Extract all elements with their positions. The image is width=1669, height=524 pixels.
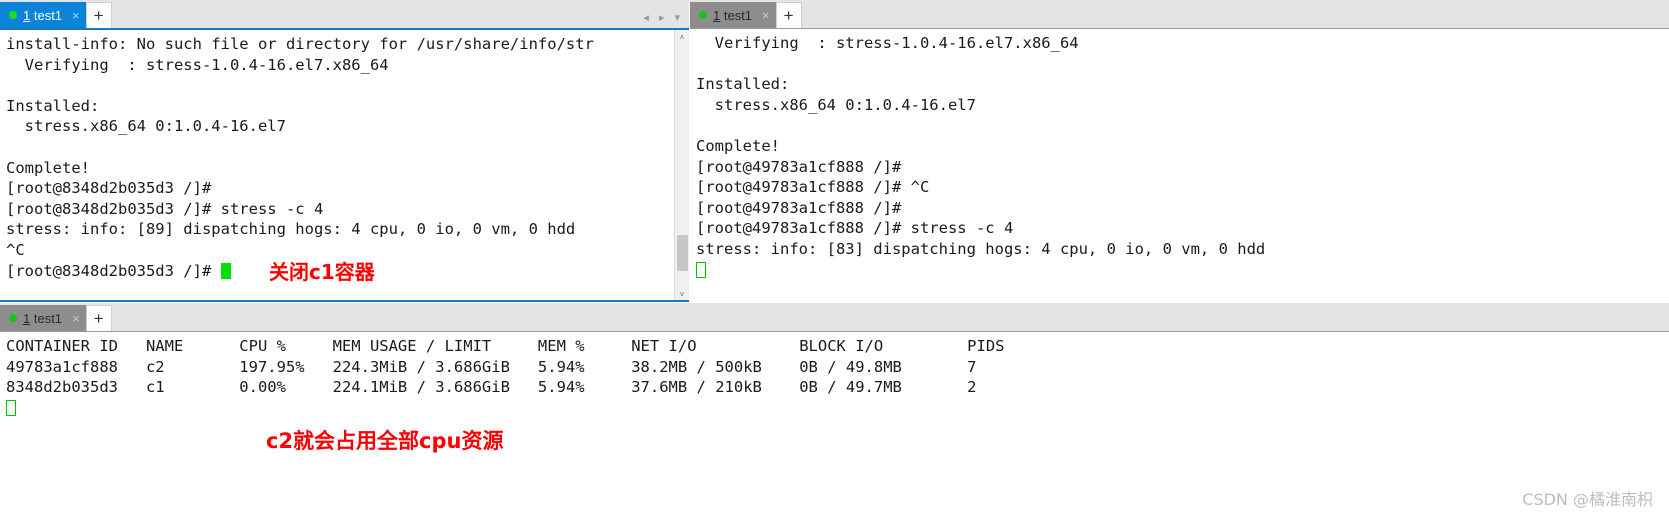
terminal-line: Complete! [6,158,90,177]
docker-stats-output: CONTAINER ID NAME CPU % MEM USAGE / LIMI… [0,332,1669,418]
terminal-text: install-info: No such file or directory … [0,30,674,281]
terminal-output-bottom: CONTAINER ID NAME CPU % MEM USAGE / LIMI… [0,332,1669,524]
terminal-pane-top-left: 1 test1 × + ◂ ▸ ▾ install-info: No such … [0,0,689,302]
scroll-up-icon[interactable]: ˄ [675,30,689,45]
terminal-line: [root@49783a1cf888 /]# [696,157,902,176]
annotation-c2-cpu: c2就会占用全部cpu资源 [266,429,504,453]
tab-name: test1 [720,7,753,23]
terminal-text: Verifying : stress-1.0.4-16.el7.x86_64 In… [690,29,1669,280]
watermark: CSDN @橘淮南枳 [1522,490,1653,509]
terminal-cursor [696,261,706,278]
terminal-line: stress.x86_64 0:1.0.4-16.el7 [6,117,286,136]
terminal-cursor [6,399,16,416]
tab-name: test1 [30,310,63,326]
new-tab-button[interactable]: + [85,305,112,331]
tab-label: 1 test1 [23,9,62,22]
terminal-prompt-line [696,260,1669,281]
vertical-scrollbar-top-left[interactable]: ˄ ˅ [674,30,689,302]
annotation-close-c1: 关闭c1容器 [269,260,375,284]
terminal-line: Verifying : stress-1.0.4-16.el7.x86_64 [696,34,1079,52]
terminal-line: Installed: [696,75,790,94]
status-dot-icon [699,11,707,19]
tab-test1-top-left[interactable]: 1 test1 × [0,2,86,28]
tabbar-nav-buttons: ◂ ▸ ▾ [643,13,689,28]
terminal-line: [root@49783a1cf888 /]# stress -c 4 [696,219,1014,238]
terminal-line: stress.x86_64 0:1.0.4-16.el7 [696,95,976,114]
tabbar-top-left: 1 test1 × + ◂ ▸ ▾ [0,0,689,28]
scrollbar-thumb[interactable] [677,235,688,271]
chevron-down-icon[interactable]: ▾ [674,13,680,24]
terminal-line: [root@8348d2b035d3 /]# [6,179,212,198]
tab-label: 1 test1 [713,9,752,22]
close-icon[interactable]: × [72,9,80,22]
status-dot-icon [9,11,17,19]
terminal-line: Complete! [696,136,780,155]
close-icon[interactable]: × [762,9,770,22]
prompt-text: [root@8348d2b035d3 /]# [6,261,221,280]
prev-tab-icon[interactable]: ◂ [643,13,649,24]
terminal-line: [root@49783a1cf888 /]# [696,198,902,217]
terminal-line: Installed: [6,96,100,115]
terminal-line: stress: info: [83] dispatching hogs: 4 c… [696,239,1266,258]
tabbar-bottom: 1 test1 × + [0,303,1669,331]
terminal-line: Verifying : stress-1.0.4-16.el7.x86_64 [6,55,389,74]
new-tab-button[interactable]: + [775,2,802,28]
pane-bottom-border [0,300,689,302]
next-tab-icon[interactable]: ▸ [659,13,665,24]
tab-test1-top-right[interactable]: 1 test1 × [690,2,776,28]
tabbar-top-right: 1 test1 × + [690,0,1669,28]
terminal-pane-bottom: 1 test1 × + CONTAINER ID NAME CPU % MEM … [0,303,1669,524]
terminal-line: [root@8348d2b035d3 /]# stress -c 4 [6,199,324,218]
terminal-line: stress: info: [89] dispatching hogs: 4 c… [6,220,576,239]
terminal-line: [root@49783a1cf888 /]# ^C [696,178,930,197]
tab-name: test1 [30,7,63,23]
stats-row: 8348d2b035d3 c1 0.00% 224.1MiB / 3.686Gi… [6,378,977,397]
terminal-output-top-right: Verifying : stress-1.0.4-16.el7.x86_64 In… [690,29,1669,302]
stats-header-row: CONTAINER ID NAME CPU % MEM USAGE / LIMI… [6,337,1005,355]
stats-row: 49783a1cf888 c2 197.95% 224.3MiB / 3.686… [6,357,977,376]
terminal-line: install-info: No such file or directory … [6,35,594,53]
terminal-pane-top-right: 1 test1 × + Verifying : stress-1.0.4-16.… [690,0,1669,302]
terminal-cursor [220,262,231,279]
close-icon[interactable]: × [72,312,80,325]
terminal-prompt-line [6,398,1669,419]
tab-test1-bottom[interactable]: 1 test1 × [0,305,86,331]
new-tab-button[interactable]: + [85,2,112,28]
status-dot-icon [9,314,17,322]
tab-label: 1 test1 [23,312,62,325]
